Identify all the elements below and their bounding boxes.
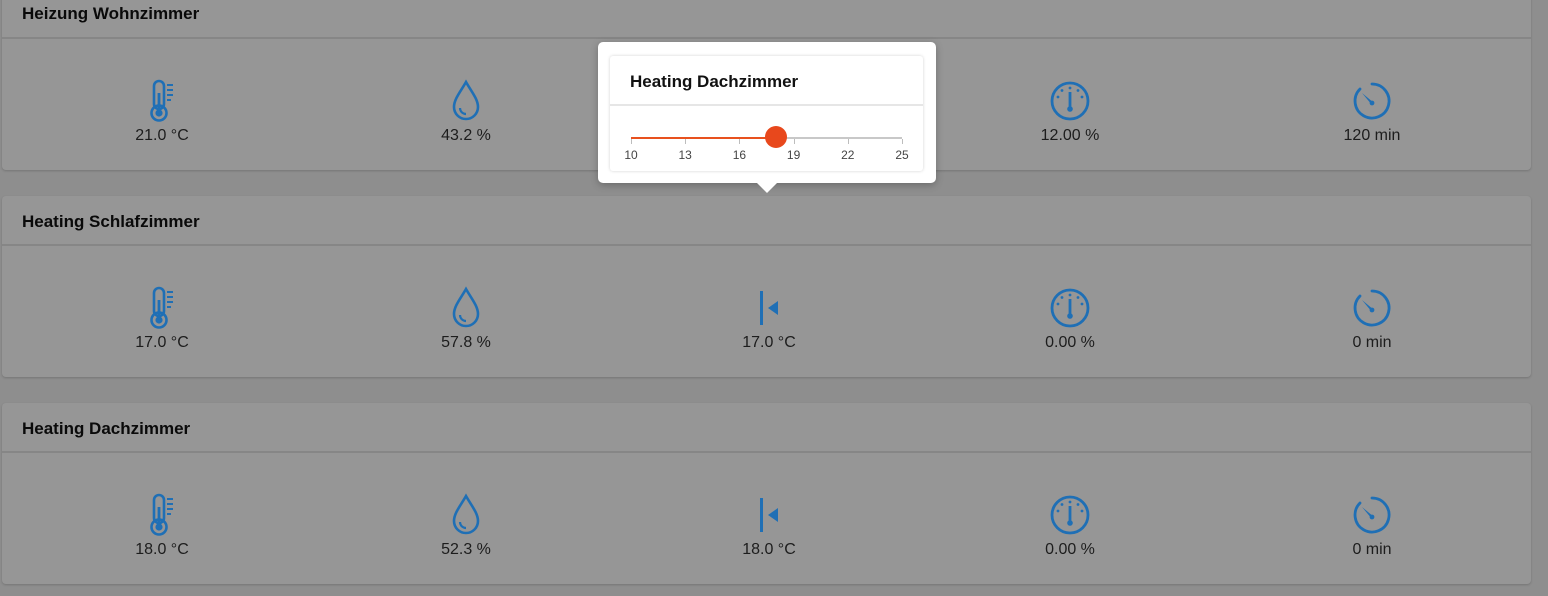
humidity-item[interactable]: 43.2 % xyxy=(316,39,616,169)
slider-tick-label: 13 xyxy=(678,148,692,162)
slider-tick xyxy=(739,139,741,144)
setpoint-item[interactable]: 18.0 °C xyxy=(619,453,919,583)
valve-gauge-icon xyxy=(1048,79,1092,123)
temperature-value: 17.0 °C xyxy=(135,334,189,351)
slider-tick xyxy=(847,139,849,144)
valve-item[interactable]: 0.00 % xyxy=(920,453,1220,583)
timer-item[interactable]: 120 min xyxy=(1222,39,1522,169)
valve-value: 0.00 % xyxy=(1045,334,1095,351)
valve-gauge-icon xyxy=(1048,286,1092,330)
valve-gauge-icon xyxy=(1048,493,1092,537)
thermometer-icon xyxy=(140,286,184,330)
card-heating-dachzimmer: Heating Dachzimmer 18.0 °C 52.3 % 18.0 °… xyxy=(2,403,1531,584)
card-header: Heating Schlafzimmer xyxy=(2,196,1531,246)
water-drop-icon xyxy=(444,79,488,123)
slider-thumb[interactable] xyxy=(764,126,787,148)
slider-tick xyxy=(902,139,903,144)
popup-divider xyxy=(610,104,923,106)
timer-icon xyxy=(1350,286,1394,330)
slider-tick-label: 22 xyxy=(841,148,855,162)
temperature-item[interactable]: 18.0 °C xyxy=(12,453,312,583)
timer-value: 120 min xyxy=(1343,127,1401,144)
humidity-item[interactable]: 52.3 % xyxy=(316,453,616,583)
popup-card: Heating Dachzimmer 10 13 16 19 22 25 xyxy=(610,56,923,171)
card-title: Heating Schlafzimmer xyxy=(22,212,200,231)
setpoint-popup: Heating Dachzimmer 10 13 16 19 22 25 xyxy=(598,42,936,183)
setpoint-icon xyxy=(747,493,791,537)
timer-item[interactable]: 0 min xyxy=(1222,246,1522,376)
slider-tick-label: 10 xyxy=(624,148,638,162)
card-heating-schlafzimmer: Heating Schlafzimmer 17.0 °C 57.8 % 17.0… xyxy=(2,196,1531,377)
valve-item[interactable]: 0.00 % xyxy=(920,246,1220,376)
timer-value: 0 min xyxy=(1352,334,1392,351)
slider-tick xyxy=(685,139,687,144)
timer-item[interactable]: 0 min xyxy=(1222,453,1522,583)
setpoint-icon xyxy=(747,286,791,330)
card-header: Heating Dachzimmer xyxy=(2,403,1531,453)
slider-tick xyxy=(631,139,632,144)
temperature-value: 18.0 °C xyxy=(135,541,189,558)
slider-tick-label: 16 xyxy=(732,148,747,162)
valve-value: 12.00 % xyxy=(1040,127,1100,144)
timer-icon xyxy=(1350,493,1394,537)
card-body: 17.0 °C 57.8 % 17.0 °C 0.00 % 0 min xyxy=(2,246,1531,376)
thermometer-icon xyxy=(140,79,184,123)
setpoint-value: 17.0 °C xyxy=(742,334,796,351)
slider-tick-label: 25 xyxy=(895,148,909,162)
humidity-value: 57.8 % xyxy=(441,334,491,351)
card-title: Heating Dachzimmer xyxy=(22,419,191,438)
card-title: Heizung Wohnzimmer xyxy=(22,4,200,23)
thermometer-icon xyxy=(140,493,184,537)
slider-tick-label: 19 xyxy=(786,148,801,162)
valve-item[interactable]: 12.00 % xyxy=(920,39,1220,169)
humidity-value: 43.2 % xyxy=(441,127,491,144)
valve-value: 0.00 % xyxy=(1045,541,1095,558)
timer-icon xyxy=(1350,79,1394,123)
temperature-item[interactable]: 17.0 °C xyxy=(12,246,312,376)
timer-value: 0 min xyxy=(1352,541,1392,558)
popup-arrow xyxy=(756,182,778,193)
setpoint-item[interactable]: 17.0 °C xyxy=(619,246,919,376)
water-drop-icon xyxy=(444,286,488,330)
humidity-value: 52.3 % xyxy=(441,541,491,558)
temperature-value: 21.0 °C xyxy=(135,127,189,144)
card-body: 18.0 °C 52.3 % 18.0 °C 0.00 % 0 min xyxy=(2,453,1531,583)
temperature-item[interactable]: 21.0 °C xyxy=(12,39,312,169)
humidity-item[interactable]: 57.8 % xyxy=(316,246,616,376)
slider-tick xyxy=(793,139,795,144)
setpoint-value: 18.0 °C xyxy=(742,541,796,558)
popup-title: Heating Dachzimmer xyxy=(630,72,799,91)
water-drop-icon xyxy=(444,493,488,537)
slider-fill xyxy=(631,137,776,139)
card-header: Heizung Wohnzimmer xyxy=(2,0,1531,39)
